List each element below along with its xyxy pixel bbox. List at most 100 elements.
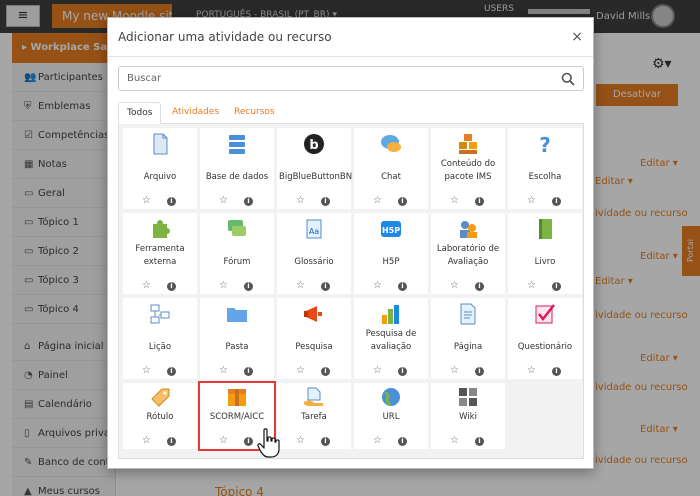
- glossary-icon: Aa: [306, 219, 322, 239]
- star-icon[interactable]: ☆: [450, 280, 459, 291]
- info-icon[interactable]: i: [475, 197, 484, 206]
- module-label: Questionário: [517, 342, 573, 352]
- close-icon[interactable]: ×: [571, 29, 583, 45]
- star-icon[interactable]: ☆: [142, 365, 151, 376]
- module-tile-arquivo[interactable]: Arquivo ☆ i: [123, 128, 197, 209]
- module-label: Conteúdo do pacote IMS: [440, 159, 496, 182]
- module-tile-tarefa[interactable]: Tarefa ☆ i: [277, 383, 351, 449]
- module-grid: Arquivo ☆ i Base de dados ☆ i b BigBlueButtonBN…: [118, 124, 584, 459]
- module-tile-laborat-rio-de-avalia-o[interactable]: Laboratório de Avaliação ☆ i: [431, 213, 505, 294]
- info-icon[interactable]: i: [167, 437, 176, 446]
- info-icon[interactable]: i: [398, 367, 407, 376]
- module-label: Página: [453, 342, 483, 352]
- h5p-icon: H5P: [381, 221, 401, 237]
- modal-header: Adicionar uma atividade ou recurso ×: [108, 18, 593, 57]
- star-icon[interactable]: ☆: [527, 280, 536, 291]
- module-label: Fórum: [223, 257, 251, 267]
- info-icon[interactable]: i: [475, 282, 484, 291]
- info-icon[interactable]: i: [244, 282, 253, 291]
- tab-activities[interactable]: Atividades: [164, 102, 227, 124]
- chat-icon: [381, 135, 401, 152]
- module-tile-escolha[interactable]: ? Escolha ☆ i: [508, 128, 582, 209]
- bar-chart-icon: [382, 305, 399, 324]
- module-tile-livro[interactable]: Livro ☆ i: [508, 213, 582, 294]
- svg-text:H5P: H5P: [382, 226, 400, 235]
- module-tile-gloss-rio[interactable]: Aa Glossário ☆ i: [277, 213, 351, 294]
- star-icon[interactable]: ☆: [142, 280, 151, 291]
- info-icon[interactable]: i: [398, 282, 407, 291]
- scorm-box-icon: [228, 389, 246, 406]
- info-icon[interactable]: i: [321, 367, 330, 376]
- module-tile-p-gina[interactable]: Página ☆ i: [431, 298, 505, 379]
- module-label: Livro: [534, 257, 556, 267]
- megaphone-icon: [304, 306, 322, 322]
- module-tile-wiki[interactable]: Wiki ☆ i: [431, 383, 505, 449]
- info-icon[interactable]: i: [244, 197, 253, 206]
- module-label: Rótulo: [146, 412, 174, 422]
- star-icon[interactable]: ☆: [450, 435, 459, 446]
- module-label: Pasta: [225, 342, 249, 352]
- module-tile-f-rum[interactable]: Fórum ☆ i: [200, 213, 274, 294]
- module-tile-ferramenta-externa[interactable]: Ferramenta externa ☆ i: [123, 213, 197, 294]
- module-label: Wiki: [459, 412, 477, 422]
- search-input[interactable]: [119, 67, 549, 90]
- page-icon: [460, 303, 476, 325]
- info-icon[interactable]: i: [244, 437, 253, 446]
- info-icon[interactable]: i: [398, 437, 407, 446]
- star-icon[interactable]: ☆: [142, 195, 151, 206]
- module-tile-conte-do-do-pacote-ims[interactable]: Conteúdo do pacote IMS ☆ i: [431, 128, 505, 209]
- module-label: H5P: [382, 257, 400, 267]
- star-icon[interactable]: ☆: [296, 435, 305, 446]
- modal-title: Adicionar uma atividade ou recurso: [118, 30, 332, 44]
- star-icon[interactable]: ☆: [219, 435, 228, 446]
- info-icon[interactable]: i: [552, 282, 561, 291]
- star-icon[interactable]: ☆: [219, 195, 228, 206]
- info-icon[interactable]: i: [552, 367, 561, 376]
- star-icon[interactable]: ☆: [373, 280, 382, 291]
- module-tile-question-rio[interactable]: Questionário ☆ i: [508, 298, 582, 379]
- star-icon[interactable]: ☆: [219, 280, 228, 291]
- module-tile-li-o[interactable]: Lição ☆ i: [123, 298, 197, 379]
- lesson-icon: [150, 304, 170, 324]
- star-icon[interactable]: ☆: [142, 435, 151, 446]
- star-icon[interactable]: ☆: [450, 195, 459, 206]
- tab-resources[interactable]: Recursos: [226, 102, 283, 124]
- info-icon[interactable]: i: [398, 197, 407, 206]
- star-icon[interactable]: ☆: [296, 280, 305, 291]
- info-icon[interactable]: i: [475, 367, 484, 376]
- module-label: SCORM/AICC: [209, 412, 265, 422]
- info-icon[interactable]: i: [244, 367, 253, 376]
- info-icon[interactable]: i: [321, 197, 330, 206]
- info-icon[interactable]: i: [167, 197, 176, 206]
- info-icon[interactable]: i: [475, 437, 484, 446]
- star-icon[interactable]: ☆: [373, 365, 382, 376]
- module-tile-r-tulo[interactable]: Rótulo ☆ i: [123, 383, 197, 449]
- star-icon[interactable]: ☆: [527, 365, 536, 376]
- chooser-tabs: Todos Atividades Recursos: [118, 102, 584, 124]
- star-icon[interactable]: ☆: [373, 195, 382, 206]
- info-icon[interactable]: i: [167, 282, 176, 291]
- module-tile-url[interactable]: URL ☆ i: [354, 383, 428, 449]
- info-icon[interactable]: i: [167, 367, 176, 376]
- info-icon[interactable]: i: [321, 282, 330, 291]
- search-box: [118, 66, 584, 91]
- star-icon[interactable]: ☆: [373, 435, 382, 446]
- module-tile-pesquisa-de-avalia-o[interactable]: Pesquisa de avaliação ☆ i: [354, 298, 428, 379]
- star-icon[interactable]: ☆: [296, 195, 305, 206]
- star-icon[interactable]: ☆: [450, 365, 459, 376]
- module-tile-h5p[interactable]: H5P H5P ☆ i: [354, 213, 428, 294]
- info-icon[interactable]: i: [552, 197, 561, 206]
- star-icon[interactable]: ☆: [219, 365, 228, 376]
- search-icon[interactable]: [561, 72, 575, 86]
- info-icon[interactable]: i: [321, 437, 330, 446]
- module-tile-pasta[interactable]: Pasta ☆ i: [200, 298, 274, 379]
- tab-all[interactable]: Todos: [118, 102, 162, 124]
- star-icon[interactable]: ☆: [527, 195, 536, 206]
- module-tile-base-de-dados[interactable]: Base de dados ☆ i: [200, 128, 274, 209]
- module-tile-chat[interactable]: Chat ☆ i: [354, 128, 428, 209]
- database-icon: [229, 135, 245, 154]
- star-icon[interactable]: ☆: [296, 365, 305, 376]
- module-tile-pesquisa[interactable]: Pesquisa ☆ i: [277, 298, 351, 379]
- puzzle-icon: [153, 220, 170, 238]
- module-tile-bigbluebuttonbn[interactable]: b BigBlueButtonBN ☆ i: [277, 128, 352, 209]
